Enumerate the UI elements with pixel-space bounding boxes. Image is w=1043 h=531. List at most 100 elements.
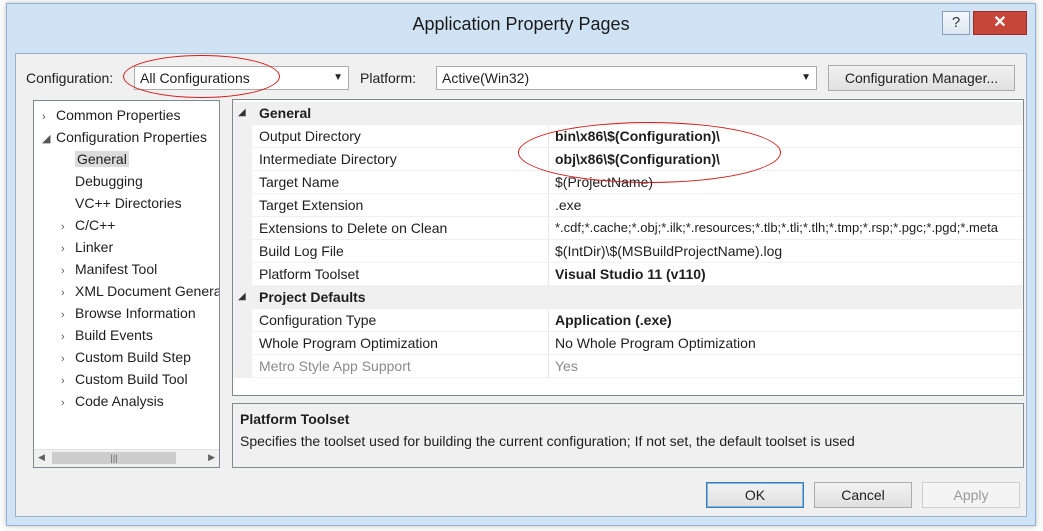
tree-item-label: VC++ Directories	[75, 195, 182, 211]
category-project-defaults[interactable]: ◢ Project Defaults	[233, 286, 1023, 309]
tree-item-label: Configuration Properties	[56, 129, 207, 145]
platform-label: Platform:	[360, 70, 417, 86]
scroll-thumb[interactable]: |||	[52, 452, 176, 464]
property-tree[interactable]: › Common Properties ◢ Configuration Proper…	[33, 100, 220, 468]
tree-item-common-properties[interactable]: › Common Properties	[42, 105, 181, 125]
tree-item-label: General	[75, 151, 129, 167]
property-value[interactable]: $(IntDir)\$(MSBuildProjectName).log	[548, 240, 1023, 263]
property-value[interactable]: obj\x86\$(Configuration)\	[548, 148, 1023, 171]
tree-item-xml-document-generator[interactable]: ›XML Document Generator	[61, 281, 219, 303]
property-row-platform-toolset[interactable]: Platform Toolset Visual Studio 11 (v110)	[233, 263, 1023, 286]
category-general[interactable]: ◢ General	[233, 102, 1023, 125]
tree-item-label: C/C++	[75, 217, 116, 233]
property-row-intermediate-directory[interactable]: Intermediate Directory obj\x86\$(Configu…	[233, 148, 1023, 171]
help-button[interactable]: ?	[942, 11, 970, 35]
cancel-button[interactable]: Cancel	[814, 482, 912, 508]
property-grid[interactable]: ◢ General Output Directory bin\x86\$(Con…	[232, 99, 1024, 396]
row-gutter	[233, 194, 252, 217]
tree-item-linker[interactable]: › Linker	[61, 237, 113, 257]
row-gutter	[233, 217, 252, 240]
property-name: Extensions to Delete on Clean	[259, 220, 448, 236]
description-title: Platform Toolset	[240, 411, 350, 427]
expand-arrow-icon[interactable]: ›	[61, 327, 75, 347]
description-panel: Platform Toolset Specifies the toolset u…	[232, 403, 1024, 468]
row-gutter	[233, 355, 252, 378]
collapse-arrow-icon[interactable]: ◢	[42, 129, 56, 149]
expand-arrow-icon[interactable]: ›	[61, 371, 75, 391]
property-name: Build Log File	[259, 243, 344, 259]
property-value[interactable]: *.cdf;*.cache;*.obj;*.ilk;*.resources;*.…	[548, 217, 1023, 240]
tree-item-custom-build-step[interactable]: › Custom Build Step	[61, 347, 191, 367]
property-row-configuration-type[interactable]: Configuration Type Application (.exe)	[233, 309, 1023, 332]
expand-arrow-icon[interactable]: ›	[61, 261, 75, 281]
property-name: Configuration Type	[259, 312, 377, 328]
configuration-label: Configuration:	[26, 70, 114, 86]
property-row-target-extension[interactable]: Target Extension .exe	[233, 194, 1023, 217]
property-name: Target Name	[259, 174, 340, 190]
property-value[interactable]: Application (.exe)	[548, 309, 1023, 332]
tree-item-browse-information[interactable]: › Browse Information	[61, 303, 196, 323]
tree-item-build-events[interactable]: › Build Events	[61, 325, 153, 345]
chevron-down-icon: ▼	[333, 72, 343, 83]
collapse-arrow-icon[interactable]: ◢	[238, 102, 246, 124]
property-name: Metro Style App Support	[259, 358, 411, 374]
property-value[interactable]: .exe	[548, 194, 1023, 217]
property-name: Platform Toolset	[259, 266, 360, 282]
tree-item-label: Debugging	[75, 173, 143, 189]
collapse-arrow-icon[interactable]: ◢	[238, 286, 246, 308]
dialog-client: Configuration: All Configurations ▼ Plat…	[15, 53, 1027, 517]
expand-arrow-icon[interactable]: ›	[61, 239, 75, 259]
property-row-output-directory[interactable]: Output Directory bin\x86\$(Configuration…	[233, 125, 1023, 148]
row-gutter	[233, 263, 252, 286]
tree-item-label: Build Events	[75, 327, 153, 343]
tree-item-code-analysis[interactable]: › Code Analysis	[61, 391, 164, 411]
expand-arrow-icon[interactable]: ›	[61, 283, 75, 303]
expand-arrow-icon[interactable]: ›	[42, 107, 56, 127]
tree-item-label: Manifest Tool	[75, 261, 158, 277]
tree-item-general[interactable]: General	[61, 149, 129, 169]
expand-arrow-icon[interactable]: ›	[61, 217, 75, 237]
scroll-right-icon[interactable]: ▶	[208, 452, 215, 463]
property-value: Yes	[548, 355, 1023, 378]
tree-item-label: Custom Build Step	[75, 349, 191, 365]
property-row-target-name[interactable]: Target Name $(ProjectName)	[233, 171, 1023, 194]
tree-item-label: Browse Information	[75, 305, 196, 321]
property-row-whole-program-optimization[interactable]: Whole Program Optimization No Whole Prog…	[233, 332, 1023, 355]
tree-item-label: Common Properties	[56, 107, 181, 123]
tree-item-label: Code Analysis	[75, 393, 164, 409]
tree-item-label: Linker	[75, 239, 114, 255]
description-text: Specifies the toolset used for building …	[240, 433, 855, 449]
property-row-build-log-file[interactable]: Build Log File $(IntDir)\$(MSBuildProjec…	[233, 240, 1023, 263]
row-gutter	[233, 309, 252, 332]
tree-item-label: XML Document Generator	[75, 283, 219, 299]
apply-button[interactable]: Apply	[922, 482, 1020, 508]
scroll-left-icon[interactable]: ◀	[38, 452, 45, 463]
property-name: Intermediate Directory	[259, 151, 397, 167]
property-value[interactable]: Visual Studio 11 (v110)	[548, 263, 1023, 286]
property-name: Output Directory	[259, 128, 361, 144]
dialog-window: Application Property Pages ? ✕ Configura…	[6, 3, 1036, 526]
tree-item-vc-directories[interactable]: VC++ Directories	[61, 193, 182, 213]
tree-item-manifest-tool[interactable]: › Manifest Tool	[61, 259, 157, 279]
configuration-manager-button[interactable]: Configuration Manager...	[828, 65, 1015, 91]
tree-item-configuration-properties[interactable]: ◢ Configuration Properties	[42, 127, 207, 147]
row-gutter	[233, 240, 252, 263]
platform-select[interactable]: Active(Win32) ▼	[436, 66, 817, 90]
close-button[interactable]: ✕	[973, 11, 1027, 35]
tree-item-c-cpp[interactable]: › C/C++	[61, 215, 115, 235]
row-gutter	[233, 332, 252, 355]
ok-button[interactable]: OK	[706, 482, 804, 508]
tree-horizontal-scrollbar[interactable]: ◀ ||| ▶	[34, 449, 219, 467]
property-value[interactable]: $(ProjectName)	[548, 171, 1023, 194]
tree-item-custom-build-tool[interactable]: › Custom Build Tool	[61, 369, 188, 389]
expand-arrow-icon[interactable]: ›	[61, 305, 75, 325]
expand-arrow-icon[interactable]: ›	[61, 393, 75, 413]
property-value[interactable]: bin\x86\$(Configuration)\	[548, 125, 1023, 148]
expand-arrow-icon[interactable]: ›	[61, 349, 75, 369]
property-row-extensions-to-delete[interactable]: Extensions to Delete on Clean *.cdf;*.ca…	[233, 217, 1023, 240]
category-label: General	[259, 105, 312, 121]
chevron-down-icon: ▼	[801, 72, 811, 83]
property-value[interactable]: No Whole Program Optimization	[548, 332, 1023, 355]
configuration-select[interactable]: All Configurations ▼	[134, 66, 349, 90]
tree-item-debugging[interactable]: Debugging	[61, 171, 143, 191]
